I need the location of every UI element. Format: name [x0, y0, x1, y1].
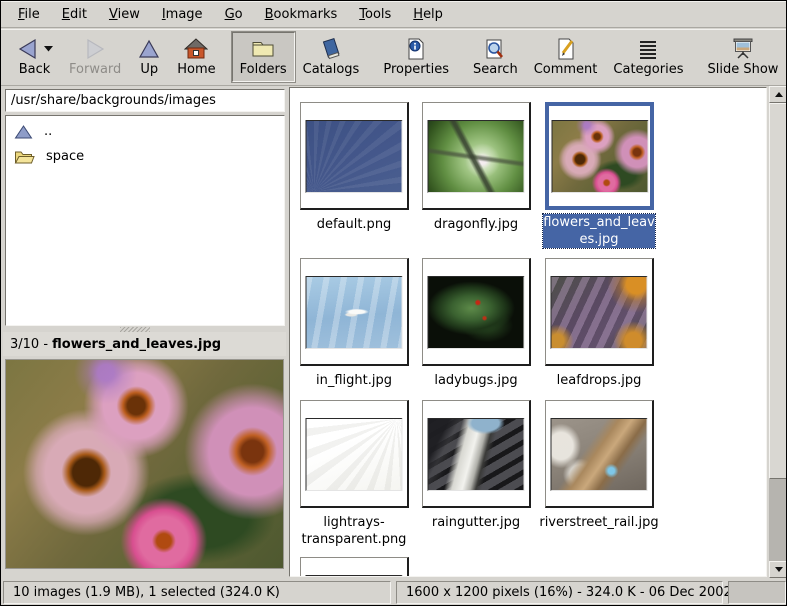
thumbnail-image — [306, 575, 403, 577]
list-icon — [636, 37, 660, 61]
folder-item-parent[interactable]: .. — [6, 119, 284, 144]
thumbnail-image — [306, 276, 403, 349]
thumbnail-leafdrops[interactable]: leafdrops.jpg — [545, 258, 654, 366]
toolbar: Back Forward Up Home Folders Catalogs Pr… — [1, 29, 786, 86]
arrow-down-icon — [775, 567, 783, 572]
thumbnail-ladybugs[interactable]: ladybugs.jpg — [422, 258, 531, 366]
menu-image[interactable]: Image — [151, 1, 214, 27]
thumbnail-image — [551, 418, 648, 491]
menu-edit[interactable]: Edit — [51, 1, 98, 27]
up-button[interactable]: Up — [129, 32, 169, 82]
categories-button[interactable]: Categories — [605, 32, 691, 82]
thumbnail-image — [551, 120, 648, 193]
thumbnail-image — [428, 120, 525, 193]
pencil-document-icon — [554, 37, 578, 61]
image-position-text: 3/10 - — [10, 337, 52, 352]
folder-item-space[interactable]: space — [6, 144, 284, 169]
scroll-up-button[interactable] — [769, 86, 787, 103]
search-button[interactable]: Search — [465, 32, 526, 82]
folders-button[interactable]: Folders — [232, 32, 295, 82]
thumbnail-image — [428, 418, 525, 491]
scrollbar-thumb[interactable] — [769, 103, 787, 479]
folder-icon — [14, 148, 35, 165]
statusbar: 10 images (1.9 MB), 1 selected (324.0 K)… — [1, 578, 787, 606]
menu-help[interactable]: Help — [402, 1, 454, 27]
thumbnail-default[interactable]: default.png — [300, 102, 409, 210]
menu-view[interactable]: View — [98, 1, 151, 27]
properties-button[interactable]: Properties — [375, 32, 457, 82]
search-icon — [483, 37, 507, 61]
status-image-details: 1600 x 1200 pixels (16%) - 324.0 K - 06 … — [396, 581, 723, 604]
info-icon — [404, 37, 428, 61]
thumbnail-partial[interactable] — [300, 557, 409, 577]
home-button[interactable]: Home — [169, 32, 223, 82]
projection-screen-icon — [730, 37, 756, 61]
thumbnail-image — [551, 276, 648, 349]
catalogs-button[interactable]: Catalogs — [295, 32, 368, 82]
thumbnail-image — [428, 276, 525, 349]
vertical-scrollbar[interactable] — [769, 86, 787, 578]
thumbnail-grid: default.png dragonfly.jpg flowers_and_le… — [289, 87, 767, 577]
up-icon — [137, 37, 161, 61]
image-info-bar: 3/10 - flowers_and_leaves.jpg — [3, 332, 286, 356]
scroll-down-button[interactable] — [769, 561, 787, 578]
thumbnail-image — [306, 418, 403, 491]
status-resize-area — [728, 581, 786, 604]
menubar: File Edit View Image Go Bookmarks Tools … — [1, 1, 786, 28]
thumbnail-in-flight[interactable]: in_flight.jpg — [300, 258, 409, 366]
thumbnail-riverstreet-rail[interactable]: riverstreet_rail.jpg — [545, 400, 654, 508]
home-icon — [184, 37, 208, 61]
menu-tools[interactable]: Tools — [348, 1, 402, 27]
folder-icon — [250, 37, 276, 61]
preview-pane — [3, 357, 286, 578]
book-icon — [318, 37, 344, 61]
thumbnail-image — [306, 120, 403, 193]
comment-button[interactable]: Comment — [526, 32, 606, 82]
image-filename-text: flowers_and_leaves.jpg — [52, 337, 221, 352]
thumbnail-flowers-and-leaves[interactable]: flowers_and_leaves.jpg — [545, 102, 654, 210]
preview-image — [5, 359, 284, 569]
thumbnail-lightrays[interactable]: lightrays-transparent.png — [300, 400, 409, 508]
back-icon — [16, 37, 40, 61]
thumbnail-dragonfly[interactable]: dragonfly.jpg — [422, 102, 531, 210]
arrow-up-icon — [775, 92, 783, 97]
folder-list: .. space — [5, 115, 285, 326]
up-triangle-icon — [14, 124, 33, 140]
menu-bookmarks[interactable]: Bookmarks — [254, 1, 349, 27]
gthumb-window: File Edit View Image Go Bookmarks Tools … — [0, 0, 787, 606]
menu-go[interactable]: Go — [214, 1, 254, 27]
status-images-summary: 10 images (1.9 MB), 1 selected (324.0 K) — [3, 581, 391, 604]
thumbnail-pane: default.png dragonfly.jpg flowers_and_le… — [288, 86, 787, 578]
location-input[interactable] — [5, 89, 285, 112]
back-button[interactable]: Back — [8, 32, 61, 82]
forward-icon — [83, 37, 107, 61]
menu-file[interactable]: File — [7, 1, 51, 27]
back-menu-caret-icon[interactable] — [44, 46, 53, 52]
thumbnail-raingutter[interactable]: raingutter.jpg — [422, 400, 531, 508]
forward-button: Forward — [61, 32, 129, 82]
slideshow-button[interactable]: Slide Show — [699, 32, 786, 82]
